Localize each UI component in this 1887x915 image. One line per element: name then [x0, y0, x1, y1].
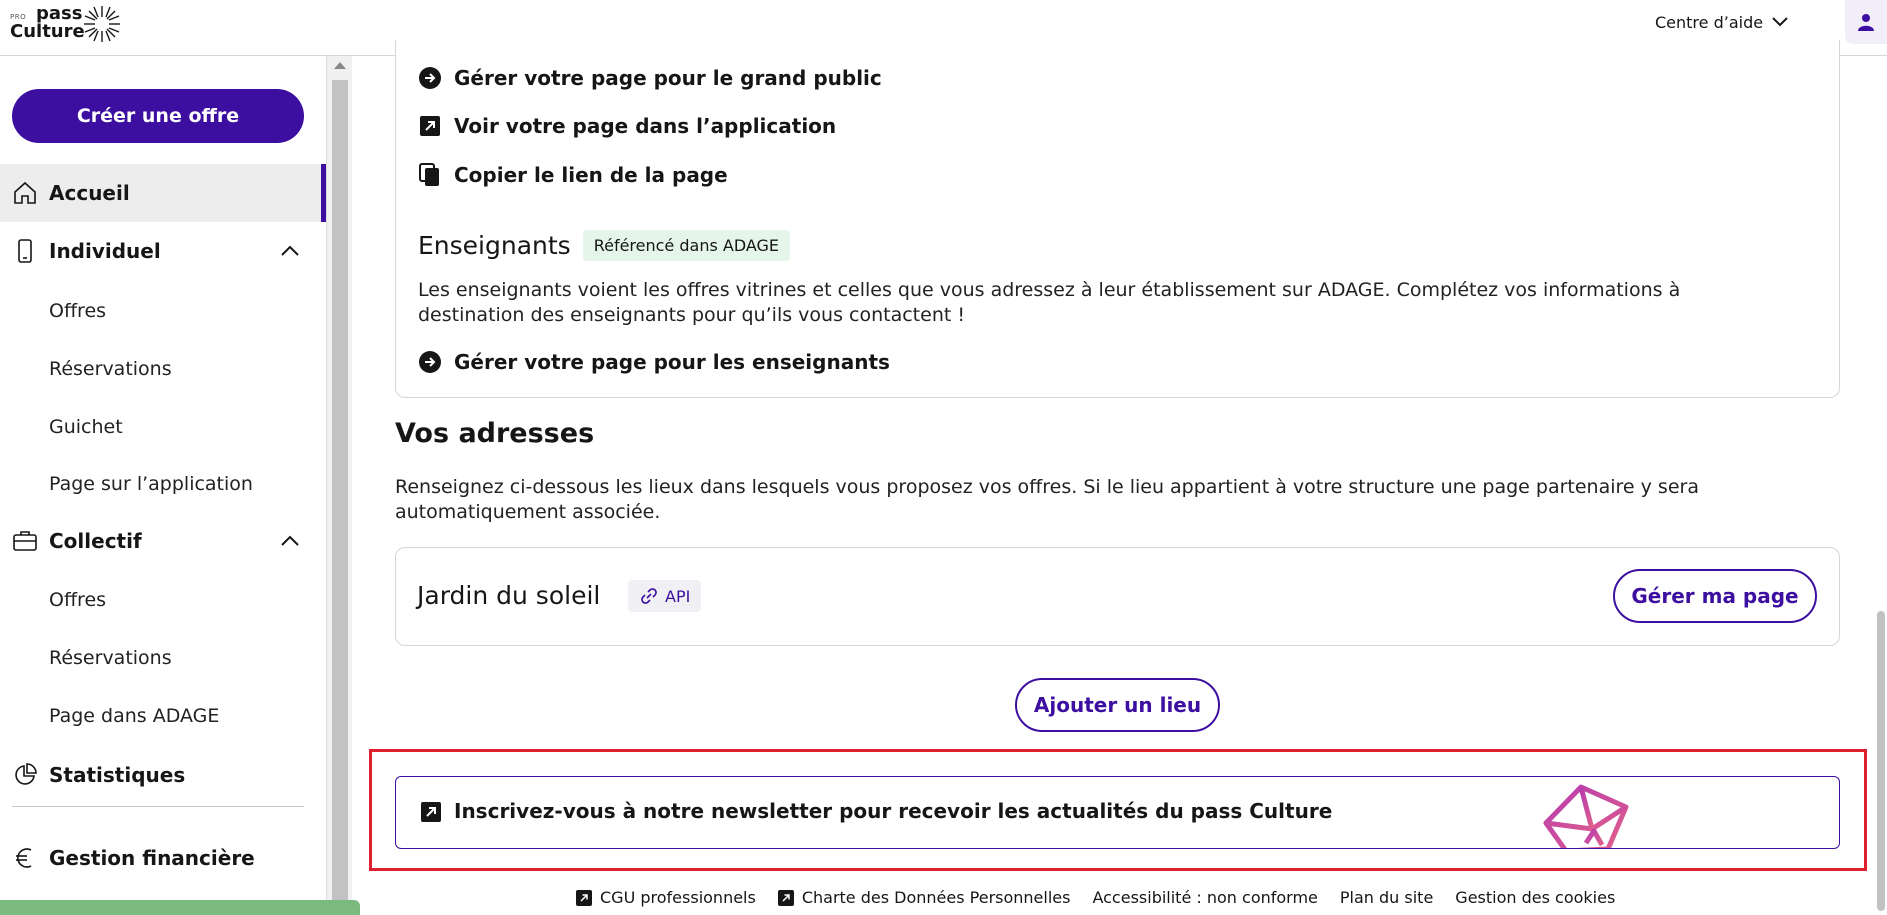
partner-page-card: [395, 40, 1840, 398]
teachers-title: Enseignants: [418, 231, 571, 260]
sunburst-logo-icon: [84, 6, 120, 42]
manage-public-page-link[interactable]: Gérer votre page pour le grand public: [418, 63, 882, 93]
newsletter-label: Inscrivez-vous à notre newsletter pour r…: [454, 799, 1333, 823]
arrow-right-circle-icon: [419, 67, 441, 89]
sidebar-item-collectif-reservations[interactable]: Réservations: [49, 643, 172, 673]
footer-link-accessibility[interactable]: Accessibilité : non conforme: [1092, 888, 1317, 907]
main-scrollbar[interactable]: [1873, 56, 1887, 915]
sidebar-item-app-page[interactable]: Page sur l’application: [49, 469, 253, 499]
venue-name: Jardin du soleil: [417, 581, 601, 610]
addresses-title: Vos adresses: [395, 418, 595, 449]
manage-my-page-button[interactable]: Gérer ma page: [1613, 569, 1817, 623]
sidebar-item-statistics[interactable]: Statistiques: [0, 746, 326, 804]
chevron-up-icon: [281, 245, 299, 256]
pass-culture-pro-logo[interactable]: PRO pass Culture: [10, 4, 122, 44]
main-scrollbar-thumb[interactable]: [1877, 611, 1885, 911]
footer-link-label: Charte des Données Personnelles: [801, 888, 1071, 907]
copy-icon: [419, 163, 439, 186]
footer-link-sitemap[interactable]: Plan du site: [1340, 888, 1433, 907]
footer-links: CGU professionnels Charte des Données Pe…: [576, 888, 1615, 907]
sidebar-scrollbar[interactable]: [326, 56, 352, 900]
user-menu-button[interactable]: [1845, 0, 1887, 44]
sidebar-item-label: Collectif: [49, 529, 142, 553]
api-badge: API: [628, 580, 702, 612]
sidebar-item-individuel-offres[interactable]: Offres: [49, 296, 106, 326]
sidebar-section-collectif[interactable]: Collectif: [0, 512, 326, 570]
help-center-menu[interactable]: Centre d’aide: [1655, 10, 1789, 34]
home-icon: [14, 181, 36, 204]
chevron-up-icon: [281, 535, 299, 546]
external-link-icon: [576, 889, 592, 906]
teachers-heading-row: Enseignants Référencé dans ADAGE: [418, 230, 791, 261]
chevron-down-icon: [1772, 17, 1788, 27]
manage-teachers-page-link[interactable]: Gérer votre page pour les enseignants: [418, 347, 890, 377]
sidebar-item-adage-page[interactable]: Page dans ADAGE: [49, 701, 219, 731]
addresses-description-line: automatiquement associée.: [395, 501, 661, 523]
footer-link-cookies[interactable]: Gestion des cookies: [1455, 888, 1615, 907]
sidebar-item-label: Statistiques: [49, 763, 186, 787]
add-venue-button[interactable]: Ajouter un lieu: [1015, 678, 1220, 732]
envelope-illustration-icon: [1543, 784, 1629, 848]
link-label: Voir votre page dans l’application: [454, 114, 837, 138]
notification-toast: [0, 900, 360, 915]
footer-link-charte[interactable]: Charte des Données Personnelles: [777, 888, 1071, 907]
sidebar-item-label: Accueil: [49, 181, 130, 205]
teachers-description-line: Les enseignants voient les offres vitrin…: [418, 279, 1681, 301]
euro-icon: [16, 848, 32, 868]
copy-page-link-button[interactable]: Copier le lien de la page: [418, 160, 728, 190]
external-link-icon: [420, 116, 440, 136]
newsletter-banner[interactable]: Inscrivez-vous à notre newsletter pour r…: [395, 776, 1840, 849]
logo-culture-text: Culture: [10, 21, 85, 42]
sidebar-item-label: Gestion financière: [49, 846, 255, 870]
link-icon: [641, 588, 657, 604]
sidebar-item-finance[interactable]: Gestion financière: [0, 829, 326, 887]
sidebar-section-individuel[interactable]: Individuel: [0, 222, 326, 280]
teachers-description: Les enseignants voient les offres vitrin…: [418, 278, 1680, 328]
sidebar-divider: [12, 806, 304, 807]
sidebar-nav: Créer une offre Accueil Individuel Offre…: [0, 56, 326, 915]
briefcase-icon: [13, 531, 37, 551]
external-link-icon: [777, 889, 794, 906]
addresses-description-line: Renseignez ci-dessous les lieux dans les…: [395, 476, 1699, 498]
help-center-label: Centre d’aide: [1655, 12, 1764, 32]
logo-pro-text: PRO: [10, 13, 27, 21]
sidebar-item-home[interactable]: Accueil: [0, 164, 326, 222]
sidebar-item-label: Individuel: [49, 239, 161, 263]
footer-link-label: CGU professionnels: [600, 888, 756, 907]
link-label: Gérer votre page pour le grand public: [454, 66, 882, 90]
link-label: Copier le lien de la page: [454, 163, 728, 187]
create-offer-button[interactable]: Créer une offre: [12, 89, 304, 143]
teachers-description-line: destination des enseignants pour qu’ils …: [418, 304, 965, 326]
external-link-icon: [421, 802, 441, 822]
smartphone-icon: [18, 239, 32, 263]
api-badge-label: API: [665, 586, 691, 606]
pie-chart-icon: [15, 763, 37, 785]
scroll-up-arrow[interactable]: [334, 62, 346, 69]
link-label: Gérer votre page pour les enseignants: [454, 350, 890, 374]
sidebar-item-individuel-reservations[interactable]: Réservations: [49, 354, 172, 384]
sidebar-scrollbar-thumb[interactable]: [332, 80, 348, 900]
addresses-description: Renseignez ci-dessous les lieux dans les…: [395, 475, 1699, 525]
sidebar-item-collectif-offres[interactable]: Offres: [49, 585, 106, 615]
arrow-right-circle-icon: [419, 351, 441, 373]
view-app-page-link[interactable]: Voir votre page dans l’application: [418, 111, 836, 141]
footer-link-cgu[interactable]: CGU professionnels: [576, 888, 756, 907]
adage-referenced-badge: Référencé dans ADAGE: [582, 230, 791, 261]
sidebar-item-guichet[interactable]: Guichet: [49, 412, 123, 442]
user-icon: [1858, 14, 1874, 31]
